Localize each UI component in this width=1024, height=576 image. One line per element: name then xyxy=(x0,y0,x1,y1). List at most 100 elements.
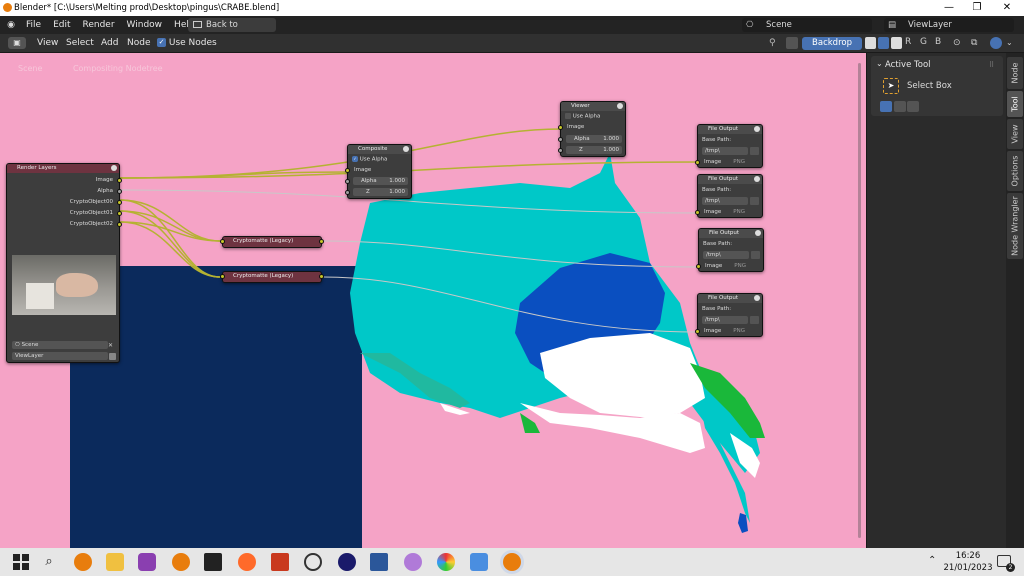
backdrop-channel-icon-1[interactable] xyxy=(865,37,876,49)
file-output-node-3[interactable]: File Output Base Path: /tmp\ Image PNG xyxy=(696,228,764,272)
blender-menu-icon[interactable]: ◉ xyxy=(2,20,20,30)
back-to-previous-button[interactable]: Back to Previous xyxy=(188,18,276,44)
blender-app-icon[interactable] xyxy=(74,553,92,571)
header-node[interactable]: Node xyxy=(121,38,157,48)
menu-file[interactable]: File xyxy=(20,20,47,30)
view-layer-selector[interactable]: ▤ ViewLayer xyxy=(884,18,1014,32)
folder-icon[interactable] xyxy=(751,251,760,259)
socket-image-in[interactable] xyxy=(345,168,350,173)
windows-start-icon[interactable] xyxy=(12,553,30,571)
close-button[interactable]: ✕ xyxy=(992,0,1022,16)
base-path-field[interactable]: /tmp\ xyxy=(702,316,748,324)
socket-image-in[interactable] xyxy=(695,329,700,334)
editor-type-icon[interactable]: ▣ xyxy=(8,37,26,49)
scene-clear-icon[interactable]: ✕ xyxy=(108,342,113,349)
folder-icon[interactable] xyxy=(750,147,759,155)
header-select[interactable]: Select xyxy=(60,38,100,48)
scene-selector[interactable]: ⎔ Scene xyxy=(742,18,872,32)
channel-g[interactable]: G xyxy=(920,37,927,47)
socket-out[interactable] xyxy=(319,239,324,244)
base-path-field[interactable]: /tmp\ xyxy=(703,251,749,259)
select-mode-subtract-icon[interactable] xyxy=(907,101,919,112)
blender-active-icon[interactable] xyxy=(503,553,521,571)
menu-window[interactable]: Window xyxy=(121,20,169,30)
app-icon-2[interactable] xyxy=(204,553,222,571)
socket-image[interactable] xyxy=(117,178,122,183)
file-output-node-1[interactable]: File Output Base Path: /tmp\ Image PNG xyxy=(695,124,763,168)
file-output-header[interactable]: File Output xyxy=(698,294,762,303)
gizmo-icon[interactable] xyxy=(990,37,1002,49)
composite-alpha-field[interactable]: Alpha 1.000 xyxy=(353,177,408,185)
backdrop-channel-icon-3[interactable] xyxy=(891,37,902,49)
backdrop-channel-icon-2[interactable] xyxy=(878,37,889,49)
chevron-up-icon[interactable]: ⌃ xyxy=(928,555,936,566)
socket-image-in[interactable] xyxy=(696,264,701,269)
chevron-down-icon[interactable]: ⌄ xyxy=(1006,38,1013,47)
view-layer-field[interactable]: ViewLayer xyxy=(12,352,108,360)
app-icon-7[interactable] xyxy=(470,553,488,571)
viewer-header[interactable]: Viewer xyxy=(561,102,625,111)
base-path-field[interactable]: /tmp\ xyxy=(702,197,748,205)
socket-out[interactable] xyxy=(319,274,324,279)
socket-crypto00[interactable] xyxy=(117,200,122,205)
viewer-z-field[interactable]: Z 1.000 xyxy=(566,146,622,154)
menu-edit[interactable]: Edit xyxy=(47,20,76,30)
socket-alpha[interactable] xyxy=(117,189,122,194)
app-icon-6[interactable] xyxy=(437,553,455,571)
viewer-node[interactable]: Viewer Use Alpha Image Alpha 1.000 Z 1.000 xyxy=(558,101,626,157)
backdrop-toggle[interactable]: Backdrop xyxy=(802,37,862,50)
base-path-field[interactable]: /tmp\ xyxy=(702,147,748,155)
render-layers-node[interactable]: Render Layers Image Alpha CryptoObject00… xyxy=(6,163,122,363)
use-nodes-toggle[interactable]: ✓ Use Nodes xyxy=(157,38,217,48)
tab-node-wrangler[interactable]: Node Wrangler xyxy=(1007,193,1023,259)
app-icon-5[interactable] xyxy=(404,553,422,571)
channel-b[interactable]: B xyxy=(935,37,941,47)
pin-icon[interactable]: ⚲ xyxy=(769,38,776,48)
render-layers-header[interactable]: Render Layers xyxy=(7,164,119,173)
tab-tool[interactable]: Tool xyxy=(1007,91,1023,117)
parent-icon[interactable] xyxy=(786,37,798,49)
clock-time[interactable]: 16:26 xyxy=(950,551,986,561)
app-icon-4[interactable] xyxy=(338,553,356,571)
view-layer-browse-icon[interactable] xyxy=(109,353,116,360)
composite-node[interactable]: Composite ✓ Use Alpha Image Alpha 1.000 Z… xyxy=(345,144,412,199)
socket-alpha-in[interactable] xyxy=(558,137,563,142)
node-editor[interactable]: Scene Compositing Nodetree Render Layers… xyxy=(0,53,866,548)
snap-icon[interactable]: ⊙ xyxy=(953,38,961,48)
socket-in[interactable] xyxy=(220,274,225,279)
socket-z-in[interactable] xyxy=(558,148,563,153)
channel-r[interactable]: R xyxy=(905,37,911,47)
collapse-chevron-icon[interactable]: ⌄ xyxy=(876,59,883,68)
socket-z-in[interactable] xyxy=(345,190,350,195)
tab-options[interactable]: Options xyxy=(1007,151,1023,191)
composite-z-field[interactable]: Z 1.000 xyxy=(353,188,408,196)
socket-alpha-in[interactable] xyxy=(345,179,350,184)
folder-icon[interactable] xyxy=(750,316,759,324)
viewer-use-alpha[interactable]: Use Alpha xyxy=(565,113,600,120)
viewer-alpha-field[interactable]: Alpha 1.000 xyxy=(566,135,622,143)
blender-app-icon-2[interactable] xyxy=(172,553,190,571)
socket-image-in[interactable] xyxy=(695,210,700,215)
drag-handle-icon[interactable]: ⠿ xyxy=(989,61,994,69)
maximize-button[interactable]: ❐ xyxy=(962,0,992,16)
select-mode-new-icon[interactable] xyxy=(880,101,892,112)
scene-field[interactable]: ⎔ Scene xyxy=(12,341,108,349)
word-icon[interactable] xyxy=(370,553,388,571)
socket-image-in[interactable] xyxy=(695,160,700,165)
search-icon[interactable]: ⌕ xyxy=(40,553,58,571)
cryptomatte-header[interactable]: Cryptomatte (Legacy) xyxy=(223,272,321,282)
minimize-button[interactable]: — xyxy=(934,0,964,16)
folder-icon[interactable] xyxy=(750,197,759,205)
app-icon[interactable] xyxy=(138,553,156,571)
cryptomatte-node-1[interactable]: Cryptomatte (Legacy) xyxy=(220,236,324,248)
tab-view[interactable]: View xyxy=(1007,119,1023,149)
active-tool-section[interactable]: ⌄ Active Tool ⠿ ➤ Select Box xyxy=(871,56,1003,116)
cryptomatte-header[interactable]: Cryptomatte (Legacy) xyxy=(223,237,321,247)
firefox-icon[interactable] xyxy=(238,553,256,571)
socket-crypto02[interactable] xyxy=(117,222,122,227)
composite-header[interactable]: Composite xyxy=(348,145,411,154)
cryptomatte-node-2[interactable]: Cryptomatte (Legacy) xyxy=(220,271,324,283)
file-output-header[interactable]: File Output xyxy=(698,175,762,184)
select-mode-extend-icon[interactable] xyxy=(894,101,906,112)
file-explorer-icon[interactable] xyxy=(106,553,124,571)
